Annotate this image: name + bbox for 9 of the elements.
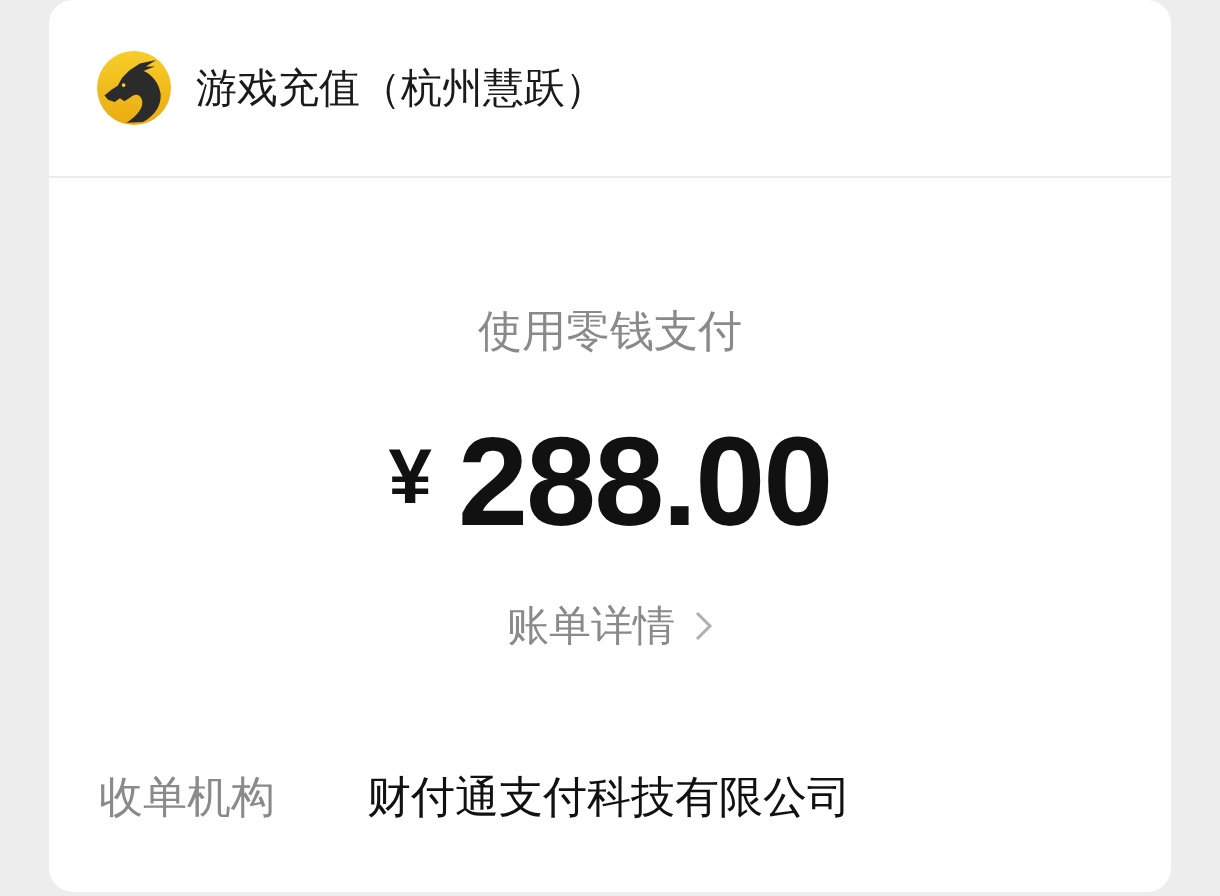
payment-method-label: 使用零钱支付: [478, 305, 742, 357]
detail-value: 财付通支付科技有限公司: [367, 771, 851, 823]
merchant-title: 游戏充值（杭州慧跃）: [196, 63, 606, 113]
bill-details-link[interactable]: 账单详情: [507, 601, 713, 651]
currency-symbol: ¥: [388, 437, 432, 515]
amount-value: 288.00: [458, 419, 832, 545]
detail-label: 收单机构: [99, 771, 276, 823]
dragon-head-icon: [97, 51, 171, 125]
chevron-right-icon: [695, 611, 713, 641]
